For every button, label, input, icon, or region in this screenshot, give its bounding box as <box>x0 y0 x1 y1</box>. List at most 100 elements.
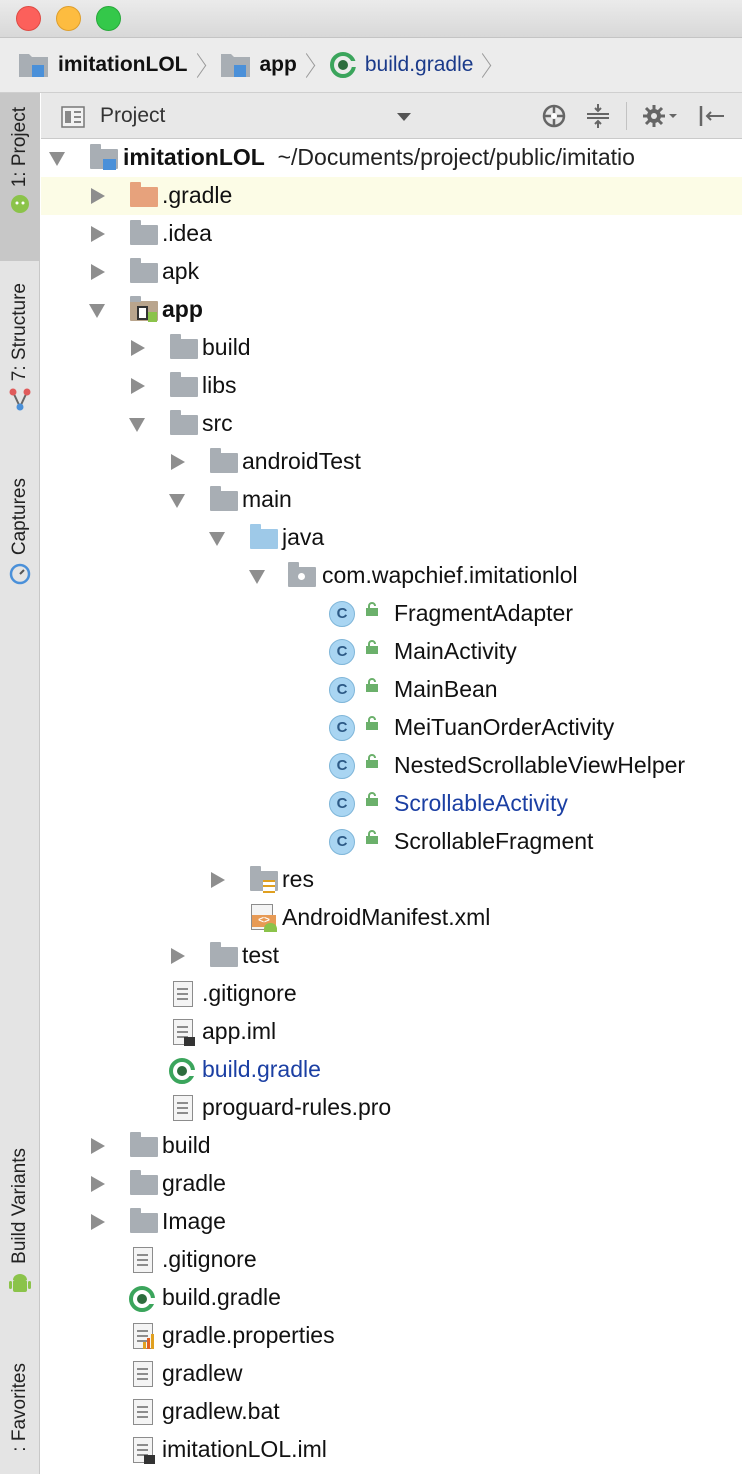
tree-row-class-meituanorderactivity[interactable]: C MeiTuanOrderActivity <box>41 709 742 747</box>
tree-row-label: app.iml <box>202 1018 277 1044</box>
iml-file-icon <box>129 1436 159 1464</box>
expand-arrow-icon[interactable] <box>249 570 265 584</box>
locate-icon[interactable] <box>541 103 567 129</box>
class-icon: C <box>329 828 359 856</box>
project-tree: imitationLOL ~/Documents/project/public/… <box>41 139 742 1474</box>
expand-arrow-icon[interactable] <box>131 340 145 356</box>
class-icon: C <box>329 790 359 818</box>
tree-row-test[interactable]: test <box>41 937 742 975</box>
tree-row-gradle-dir[interactable]: .gradle <box>41 177 742 215</box>
expand-arrow-icon[interactable] <box>129 418 145 432</box>
tree-row-class-scrollablefragment[interactable]: C ScrollableFragment <box>41 823 742 861</box>
expand-arrow-icon[interactable] <box>91 264 105 280</box>
expand-arrow-icon[interactable] <box>131 378 145 394</box>
tree-row-androidtest[interactable]: androidTest <box>41 443 742 481</box>
tree-row-label: .gradle <box>162 182 233 208</box>
expand-arrow-icon[interactable] <box>91 188 105 204</box>
tree-row-gradlew-bat[interactable]: gradlew.bat <box>41 1393 742 1431</box>
expand-arrow-icon[interactable] <box>169 494 185 508</box>
tree-row-label: androidTest <box>242 448 361 474</box>
breadcrumb-separator <box>299 38 323 93</box>
tab-project[interactable]: 1: Project <box>0 93 40 261</box>
tree-row-label: apk <box>162 258 200 284</box>
class-icon: C <box>329 638 359 666</box>
tree-row-label: ScrollableFragment <box>394 828 594 854</box>
android-module-icon <box>129 296 159 324</box>
expand-arrow-icon[interactable] <box>49 152 65 166</box>
breadcrumb-build-gradle[interactable]: build.gradle <box>329 38 473 93</box>
tree-row-root[interactable]: imitationLOL ~/Documents/project/public/… <box>41 139 742 177</box>
project-path: ~/Documents/project/public/imitatio <box>277 144 635 170</box>
tree-row-java[interactable]: java <box>41 519 742 557</box>
tab-build-variants[interactable]: Build Variants <box>0 1148 40 1328</box>
expand-arrow-icon[interactable] <box>91 1138 105 1154</box>
tree-row-main[interactable]: main <box>41 481 742 519</box>
resource-folder-icon <box>249 866 279 894</box>
tree-row-label: MainBean <box>394 676 498 702</box>
tree-row-gitignore[interactable]: .gitignore <box>41 1241 742 1279</box>
class-icon: C <box>329 676 359 704</box>
tree-row-class-scrollableactivity[interactable]: C ScrollableActivity <box>41 785 742 823</box>
tree-row-idea[interactable]: .idea <box>41 215 742 253</box>
tree-row-package[interactable]: com.wapchief.imitationlol <box>41 557 742 595</box>
gear-icon[interactable] <box>642 103 678 129</box>
tree-row-class-nestedscrollableviewhelper[interactable]: C NestedScrollableViewHelper <box>41 747 742 785</box>
tree-row-libs[interactable]: libs <box>41 367 742 405</box>
collapse-all-icon[interactable] <box>585 103 611 129</box>
tree-row-class-fragmentadapter[interactable]: C FragmentAdapter <box>41 595 742 633</box>
tree-row-label: imitationLOL.iml <box>162 1436 327 1462</box>
expand-arrow-icon[interactable] <box>171 948 185 964</box>
folder-icon <box>209 942 239 970</box>
tree-row-res[interactable]: res <box>41 861 742 899</box>
expand-arrow-icon[interactable] <box>209 532 225 546</box>
tab-captures-label: Captures <box>9 478 30 556</box>
expand-arrow-icon[interactable] <box>89 304 105 318</box>
tree-row-label: java <box>282 524 325 550</box>
tree-row-class-mainactivity[interactable]: C MainActivity <box>41 633 742 671</box>
tree-row-app-iml[interactable]: app.iml <box>41 1013 742 1051</box>
tree-row-gradle[interactable]: gradle <box>41 1165 742 1203</box>
tree-row-build-gradle[interactable]: build.gradle <box>41 1279 742 1317</box>
tree-row-label: build <box>202 334 251 360</box>
tree-row-imitationlol-iml[interactable]: imitationLOL.iml <box>41 1431 742 1469</box>
tree-row-manifest[interactable]: <> AndroidManifest.xml <box>41 899 742 937</box>
access-lock-icon <box>366 754 378 768</box>
breadcrumb-app[interactable]: app <box>220 38 297 93</box>
expand-arrow-icon[interactable] <box>91 226 105 242</box>
expand-arrow-icon[interactable] <box>171 454 185 470</box>
folder-icon <box>129 1208 159 1236</box>
tree-row-class-mainbean[interactable]: C MainBean <box>41 671 742 709</box>
expand-arrow-icon[interactable] <box>211 872 225 888</box>
project-panel-header: Project <box>41 93 742 139</box>
expand-arrow-icon[interactable] <box>91 1176 105 1192</box>
tree-row-gradlew[interactable]: gradlew <box>41 1355 742 1393</box>
breadcrumb-project[interactable]: imitationLOL <box>18 38 188 93</box>
tree-row-gradle-properties[interactable]: gradle.properties <box>41 1317 742 1355</box>
tab-captures[interactable]: Captures <box>0 478 40 608</box>
tree-row-apk[interactable]: apk <box>41 253 742 291</box>
panel-view-selector[interactable]: Project <box>100 104 165 128</box>
tree-row-label: .gitignore <box>202 980 297 1006</box>
hide-panel-icon[interactable] <box>698 103 726 129</box>
tree-row-build[interactable]: build <box>41 1127 742 1165</box>
expand-arrow-icon[interactable] <box>91 1214 105 1230</box>
minimize-window-button[interactable] <box>56 6 81 31</box>
text-file-icon <box>169 1094 199 1122</box>
tree-row-label: libs <box>202 372 237 398</box>
tree-row-app-build[interactable]: build <box>41 329 742 367</box>
tree-row-image[interactable]: Image <box>41 1203 742 1241</box>
text-file-icon <box>129 1398 159 1426</box>
tab-structure[interactable]: 7: Structure <box>0 283 40 443</box>
tab-favorites[interactable]: : Favorites <box>0 1363 40 1474</box>
chevron-down-icon[interactable] <box>397 113 411 121</box>
tree-row-src[interactable]: src <box>41 405 742 443</box>
tree-row-app-build-gradle[interactable]: build.gradle <box>41 1051 742 1089</box>
package-icon <box>287 562 317 590</box>
tree-row-app[interactable]: app <box>41 291 742 329</box>
tree-row-app-gitignore[interactable]: .gitignore <box>41 975 742 1013</box>
close-window-button[interactable] <box>16 6 41 31</box>
zoom-window-button[interactable] <box>96 6 121 31</box>
tab-favorites-label: : Favorites <box>9 1363 30 1452</box>
tree-row-label: Image <box>162 1208 226 1234</box>
tree-row-proguard[interactable]: proguard-rules.pro <box>41 1089 742 1127</box>
